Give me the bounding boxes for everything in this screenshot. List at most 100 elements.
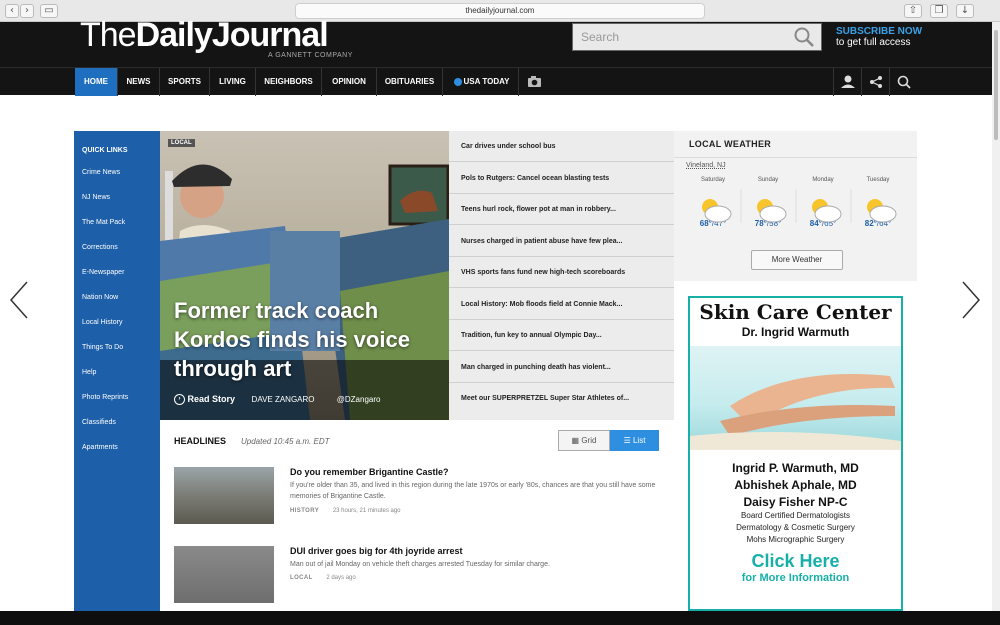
ad-name: Abhishek Aphale, MD (734, 478, 857, 492)
nav-usa-today-label: USA TODAY (463, 77, 510, 86)
ad-cta[interactable]: Click Here (690, 551, 901, 572)
weather-day-name: Saturday (700, 177, 725, 183)
quick-link-local-history[interactable]: Local History (82, 319, 122, 326)
quick-link-nj-news[interactable]: NJ News (82, 194, 110, 201)
share-icon[interactable] (861, 68, 889, 96)
subscribe-title: SUBSCRIBE NOW (836, 26, 923, 37)
weather-day-name: Tuesday (866, 177, 890, 183)
local-weather-widget: LOCAL WEATHER Vineland, NJ Saturday 68°/… (674, 131, 917, 281)
camera-icon[interactable] (520, 68, 548, 96)
story-item[interactable]: VHS sports fans fund new high-tech score… (449, 257, 674, 288)
story-item[interactable]: Meet our SUPERPRETZEL Super Star Athlete… (449, 383, 674, 414)
search-icon[interactable] (793, 26, 815, 48)
quick-links-title: QUICK LINKS (82, 147, 128, 154)
story-item[interactable]: Tradition, fun key to annual Olympic Day… (449, 320, 674, 351)
ad-desc-line: Dermatology & Cosmetic Surgery (736, 523, 855, 532)
downloads-icon[interactable]: ↓ (956, 4, 974, 18)
sidebar-toggle-icon[interactable]: ▭ (40, 4, 58, 18)
hero-story[interactable]: LOCAL Former track coach Kordos finds hi… (160, 131, 449, 420)
quick-link-photo-reprints[interactable]: Photo Reprints (82, 394, 128, 401)
story-item[interactable]: Car drives under school bus (449, 131, 674, 162)
list-label: List (632, 436, 646, 445)
hero-headline[interactable]: Former track coach Kordos finds his voic… (174, 296, 444, 383)
carousel-prev-icon[interactable] (8, 280, 30, 320)
quick-link-apartments[interactable]: Apartments (82, 444, 118, 451)
nav-opinion[interactable]: OPINION (322, 68, 377, 96)
article-meta: HISTORY 23 hours, 21 minutes ago (290, 508, 401, 514)
ad-doctor: Dr. Ingrid Warmuth (741, 325, 850, 339)
ad-cta-subtitle[interactable]: for More Information (690, 572, 901, 584)
nav-news[interactable]: NEWS (118, 68, 160, 96)
quick-link-e-newspaper[interactable]: E-Newspaper (82, 269, 124, 276)
hero-author: DAVE ZANGARO (251, 395, 315, 404)
page-scrollbar[interactable] (992, 22, 1000, 625)
ad-image (690, 346, 901, 450)
article-time: 23 hours, 21 minutes ago (332, 508, 401, 514)
article-title[interactable]: Do you remember Brigantine Castle? (290, 467, 449, 477)
carousel-next-icon[interactable] (960, 280, 982, 320)
category-tag[interactable]: LOCAL (168, 139, 195, 147)
article-item[interactable]: DUI driver goes big for 4th joyride arre… (174, 546, 664, 606)
quick-link-crime-news[interactable]: Crime News (82, 169, 120, 176)
subscribe-link[interactable]: SUBSCRIBE NOW to get full access (836, 26, 922, 48)
ad-description: Board Certified Dermatologists Dermatolo… (690, 510, 901, 546)
story-item[interactable]: Local History: Mob floods field at Conni… (449, 289, 674, 320)
address-bar[interactable]: thedailyjournal.com (295, 3, 705, 19)
headlines-title: HEADLINES (174, 436, 227, 446)
nav-sports[interactable]: SPORTS (160, 68, 210, 96)
ad-name: Ingrid P. Warmuth, MD (732, 461, 859, 475)
search-icon[interactable] (889, 68, 917, 96)
quick-link-nation-now[interactable]: Nation Now (82, 294, 118, 301)
weather-day-name: Monday (812, 177, 834, 183)
story-item[interactable]: Man charged in punching death has violen… (449, 352, 674, 383)
headlines-section: HEADLINES Updated 10:45 a.m. EDT ▦ Grid … (160, 420, 674, 611)
share-icon[interactable]: ⇧ (904, 4, 922, 18)
back-button[interactable]: ‹ (5, 4, 19, 18)
grid-icon: ▦ (571, 436, 582, 445)
story-item[interactable]: Pols to Rutgers: Cancel ocean blasting t… (449, 163, 674, 194)
tabs-icon[interactable]: ❐ (930, 4, 948, 18)
hero-author-handle[interactable]: @DZangaro (337, 395, 381, 404)
nav-obituaries[interactable]: OBITUARIES (377, 68, 443, 96)
ad-name: Daisy Fisher NP-C (743, 495, 848, 509)
article-summary: Man out of jail Monday on vehicle theft … (290, 561, 550, 568)
story-item[interactable]: Nurses charged in patient abuse have few… (449, 226, 674, 257)
bottom-bar (0, 611, 1000, 625)
nav-neighbors[interactable]: NEIGHBORS (256, 68, 322, 96)
weather-day-name: Sunday (757, 177, 779, 183)
list-view-button[interactable]: ☰ List (610, 430, 659, 451)
nav-usa-today[interactable]: USA TODAY (443, 68, 519, 96)
nav-living[interactable]: LIVING (210, 68, 256, 96)
article-thumbnail[interactable] (174, 546, 274, 603)
top-stories-list: Car drives under school bus Pols to Rutg… (449, 131, 674, 420)
site-header: TheDailyJournal A GANNETT COMPANY Search… (0, 16, 992, 67)
story-item[interactable]: Teens hurl rock, flower pot at man in ro… (449, 194, 674, 225)
article-thumbnail[interactable] (174, 467, 274, 524)
scrollbar-thumb[interactable] (994, 30, 998, 140)
headlines-updated: Updated 10:45 a.m. EDT (241, 437, 330, 446)
grid-view-button[interactable]: ▦ Grid (558, 430, 610, 451)
nav-home[interactable]: HOME (75, 68, 118, 96)
forward-button[interactable]: › (20, 4, 34, 18)
ad-names: Ingrid P. Warmuth, MD Abhishek Aphale, M… (690, 460, 901, 511)
article-item[interactable]: Do you remember Brigantine Castle? If yo… (174, 467, 664, 527)
article-category[interactable]: LOCAL (290, 575, 313, 581)
more-weather-button[interactable]: More Weather (751, 250, 843, 270)
skin-care-ad[interactable]: Skin Care Center Dr. Ingrid Warmuth Ingr… (688, 296, 903, 611)
site-logo[interactable]: TheDailyJournal (80, 16, 329, 55)
partly-cloudy-icon (702, 189, 897, 223)
article-title[interactable]: DUI driver goes big for 4th joyride arre… (290, 546, 463, 556)
quick-link-classifieds[interactable]: Classifieds (82, 419, 116, 426)
quick-link-help[interactable]: Help (82, 369, 96, 376)
quick-link-corrections[interactable]: Corrections (82, 244, 118, 251)
article-category[interactable]: HISTORY (290, 508, 319, 514)
subscribe-subtitle: to get full access (836, 37, 911, 48)
read-story-button[interactable]: › Read Story (174, 394, 238, 406)
logo-name: DailyJournal (135, 16, 329, 54)
quick-link-things-to-do[interactable]: Things To Do (82, 344, 123, 351)
weather-location[interactable]: Vineland, NJ (686, 162, 726, 169)
user-icon[interactable] (833, 68, 861, 96)
search-input[interactable]: Search (572, 23, 822, 51)
ad-title: Skin Care Center (699, 300, 892, 324)
quick-link-mat-pack[interactable]: The Mat Pack (82, 219, 125, 226)
